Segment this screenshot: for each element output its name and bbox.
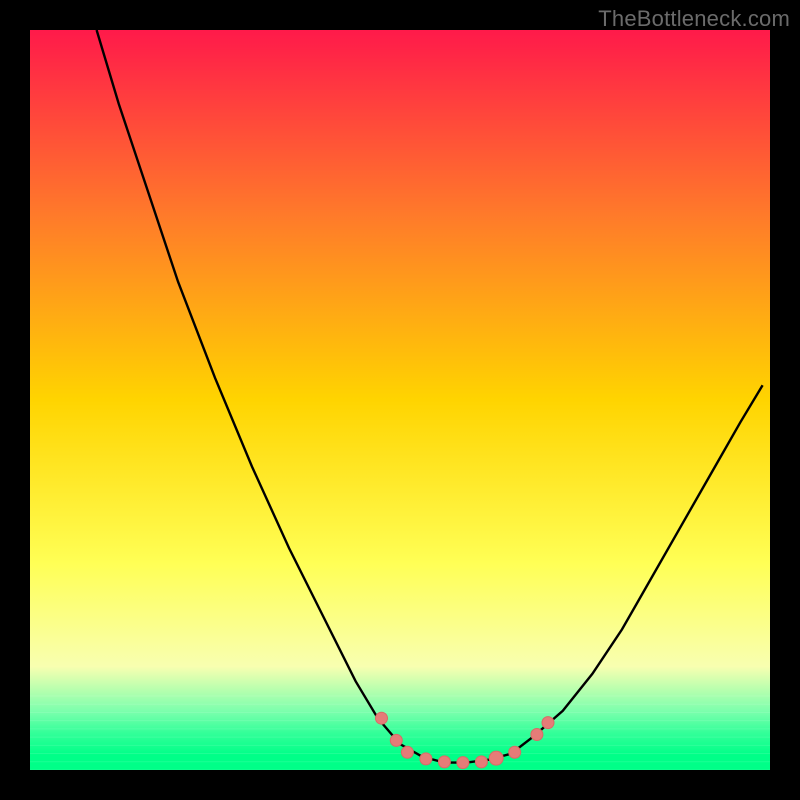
curve-marker — [475, 756, 487, 768]
curve-marker — [401, 746, 413, 758]
chart-stage: TheBottleneck.com — [0, 0, 800, 800]
curve-marker — [390, 734, 402, 746]
watermark-text: TheBottleneck.com — [598, 6, 790, 32]
curve-marker — [438, 756, 450, 768]
curve-marker — [457, 757, 469, 769]
curve-marker — [376, 712, 388, 724]
curve-marker — [489, 751, 503, 765]
curve-marker — [509, 746, 521, 758]
curve-marker — [542, 717, 554, 729]
curve-marker — [420, 753, 432, 765]
bottleneck-chart — [0, 0, 800, 800]
plot-area — [30, 30, 770, 770]
curve-marker — [531, 728, 543, 740]
